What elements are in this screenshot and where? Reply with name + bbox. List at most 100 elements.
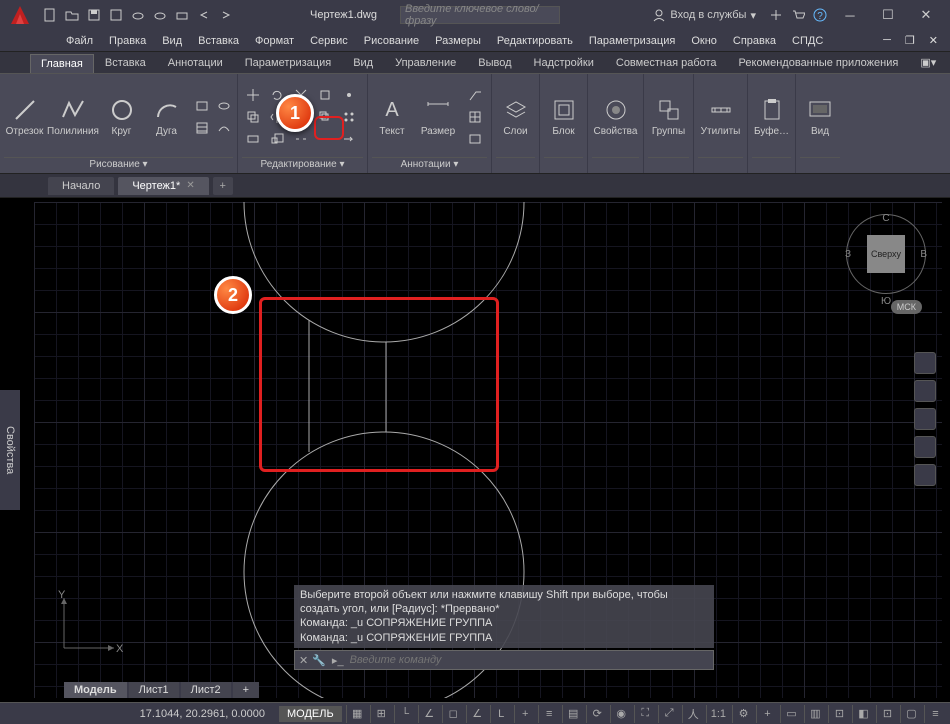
nav-wheel-icon[interactable] (914, 352, 936, 374)
ribbon-tab-focus[interactable]: ▣▾ (909, 52, 947, 73)
menu-format[interactable]: Формат (249, 33, 300, 49)
menu-file[interactable]: Файл (60, 33, 99, 49)
block-button[interactable]: Блок (544, 96, 583, 137)
menu-view[interactable]: Вид (156, 33, 188, 49)
viewcube[interactable]: Сверху С Ю З В (846, 214, 926, 294)
menu-window[interactable]: Окно (685, 33, 723, 49)
saveas-icon[interactable] (106, 5, 126, 25)
lock-ui-icon[interactable]: ⊡ (828, 705, 850, 723)
cmd-close-icon[interactable]: ✕ (299, 654, 308, 667)
menu-parametric[interactable]: Параметризация (583, 33, 681, 49)
text-button[interactable]: AТекст (372, 96, 412, 137)
clean-screen-icon[interactable]: ▢ (900, 705, 922, 723)
customize-icon[interactable]: ≡ (924, 705, 946, 723)
nav-showmotion-icon[interactable] (914, 464, 936, 486)
erase-icon[interactable] (314, 85, 336, 105)
layout-tab-layout1[interactable]: Лист1 (129, 682, 179, 698)
coordinates-display[interactable]: 17.1044, 20.2961, 0.0000 (130, 708, 275, 720)
cmd-config-icon[interactable]: 🔧 (312, 654, 326, 667)
ribbon-tab-output[interactable]: Вывод (467, 53, 522, 73)
model-space-button[interactable]: МОДЕЛЬ (279, 706, 342, 722)
doc-tab-drawing1[interactable]: Чертеж1*✕ (118, 177, 208, 195)
wcs-badge[interactable]: МСК (891, 300, 922, 314)
layers-button[interactable]: Слои (496, 96, 535, 137)
osnap-toggle-icon[interactable]: ◻ (442, 705, 464, 723)
polyline-button[interactable]: Полилиния (49, 96, 97, 137)
table-icon[interactable] (464, 107, 486, 127)
doc-tab-start[interactable]: Начало (48, 177, 114, 195)
new-tab-button[interactable]: + (213, 177, 233, 195)
ribbon-tab-manage[interactable]: Управление (384, 53, 467, 73)
dyn-input-icon[interactable]: + (514, 705, 536, 723)
doc-restore-icon[interactable]: ❐ (899, 32, 921, 49)
layout-tab-model[interactable]: Модель (64, 682, 127, 698)
arc-button[interactable]: Дуга (146, 96, 187, 137)
hardware-accel-icon[interactable]: ⊡ (876, 705, 898, 723)
line-button[interactable]: Отрезок (4, 96, 45, 137)
redo-icon[interactable] (216, 5, 236, 25)
plot-icon[interactable] (172, 5, 192, 25)
save-icon[interactable] (84, 5, 104, 25)
leader-icon[interactable] (464, 85, 486, 105)
nav-pan-icon[interactable] (914, 380, 936, 402)
properties-button[interactable]: Свойства (592, 96, 639, 137)
selection-cycling-icon[interactable]: ⟳ (586, 705, 608, 723)
undo-icon[interactable] (194, 5, 214, 25)
cloud-open-icon[interactable] (128, 5, 148, 25)
maximize-button[interactable]: ☐ (870, 3, 906, 27)
ribbon-tab-view[interactable]: Вид (342, 53, 384, 73)
command-line[interactable]: ✕🔧 ▸_ (294, 650, 714, 670)
signin-button[interactable]: Вход в службы ▾ (652, 8, 756, 22)
menu-modify[interactable]: Редактировать (491, 33, 579, 49)
menu-edit[interactable]: Правка (103, 33, 152, 49)
help-icon[interactable]: ? (810, 5, 830, 25)
nav-orbit-icon[interactable] (914, 436, 936, 458)
polar-toggle-icon[interactable]: ∠ (418, 705, 440, 723)
app-menu-button[interactable] (4, 0, 36, 30)
transparency-toggle-icon[interactable]: ▤ (562, 705, 584, 723)
layout-tab-layout2[interactable]: Лист2 (181, 682, 231, 698)
menu-spds[interactable]: СПДС (786, 33, 829, 49)
open-icon[interactable] (62, 5, 82, 25)
hatch-icon[interactable] (191, 118, 213, 138)
stretch-icon[interactable] (242, 129, 264, 149)
mtext-icon[interactable] (464, 129, 486, 149)
menu-tools[interactable]: Сервис (304, 33, 354, 49)
ribbon-tab-parametric[interactable]: Параметризация (234, 53, 342, 73)
autoscale-icon[interactable]: ⤢ (658, 705, 680, 723)
properties-palette-tab[interactable]: Свойства (0, 390, 20, 510)
ribbon-tab-insert[interactable]: Вставка (94, 53, 157, 73)
menu-draw[interactable]: Рисование (358, 33, 425, 49)
doc-close-icon[interactable]: ✕ (923, 32, 944, 49)
circle-button[interactable]: Круг (101, 96, 142, 137)
dynucs-toggle-icon[interactable]: L (490, 705, 512, 723)
command-input[interactable] (350, 654, 709, 666)
menu-help[interactable]: Справка (727, 33, 782, 49)
dimension-button[interactable]: Размер (416, 96, 460, 137)
exchange-icon[interactable] (766, 5, 786, 25)
copy-icon[interactable] (242, 107, 264, 127)
ribbon-tab-annotate[interactable]: Аннотации (157, 53, 234, 73)
quick-properties-icon[interactable]: ▥ (804, 705, 826, 723)
menu-dimensions[interactable]: Размеры (429, 33, 487, 49)
ribbon-tab-featured[interactable]: Рекомендованные приложения (728, 53, 910, 73)
cloud-save-icon[interactable] (150, 5, 170, 25)
snap-toggle-icon[interactable]: ⊞ (370, 705, 392, 723)
annotation-monitor-icon[interactable]: + (756, 705, 778, 723)
utilities-button[interactable]: Утилиты (698, 96, 743, 137)
units-icon[interactable]: ▭ (780, 705, 802, 723)
ellipse-icon[interactable] (213, 96, 235, 116)
grid-toggle-icon[interactable]: ▦ (346, 705, 368, 723)
clipboard-button[interactable]: Буфе… (752, 96, 791, 137)
minimize-button[interactable]: ─ (832, 3, 868, 27)
menu-insert[interactable]: Вставка (192, 33, 245, 49)
close-tab-icon[interactable]: ✕ (186, 180, 194, 191)
ribbon-tab-addins[interactable]: Надстройки (523, 53, 605, 73)
isolate-objects-icon[interactable]: ◧ (852, 705, 874, 723)
ribbon-tab-home[interactable]: Главная (30, 54, 94, 73)
rectangle-icon[interactable] (191, 96, 213, 116)
ribbon-tab-collab[interactable]: Совместная работа (605, 53, 728, 73)
new-icon[interactable] (40, 5, 60, 25)
panel-modify-label[interactable]: Редактирование ▾ (242, 157, 363, 173)
spline-icon[interactable] (213, 118, 235, 138)
